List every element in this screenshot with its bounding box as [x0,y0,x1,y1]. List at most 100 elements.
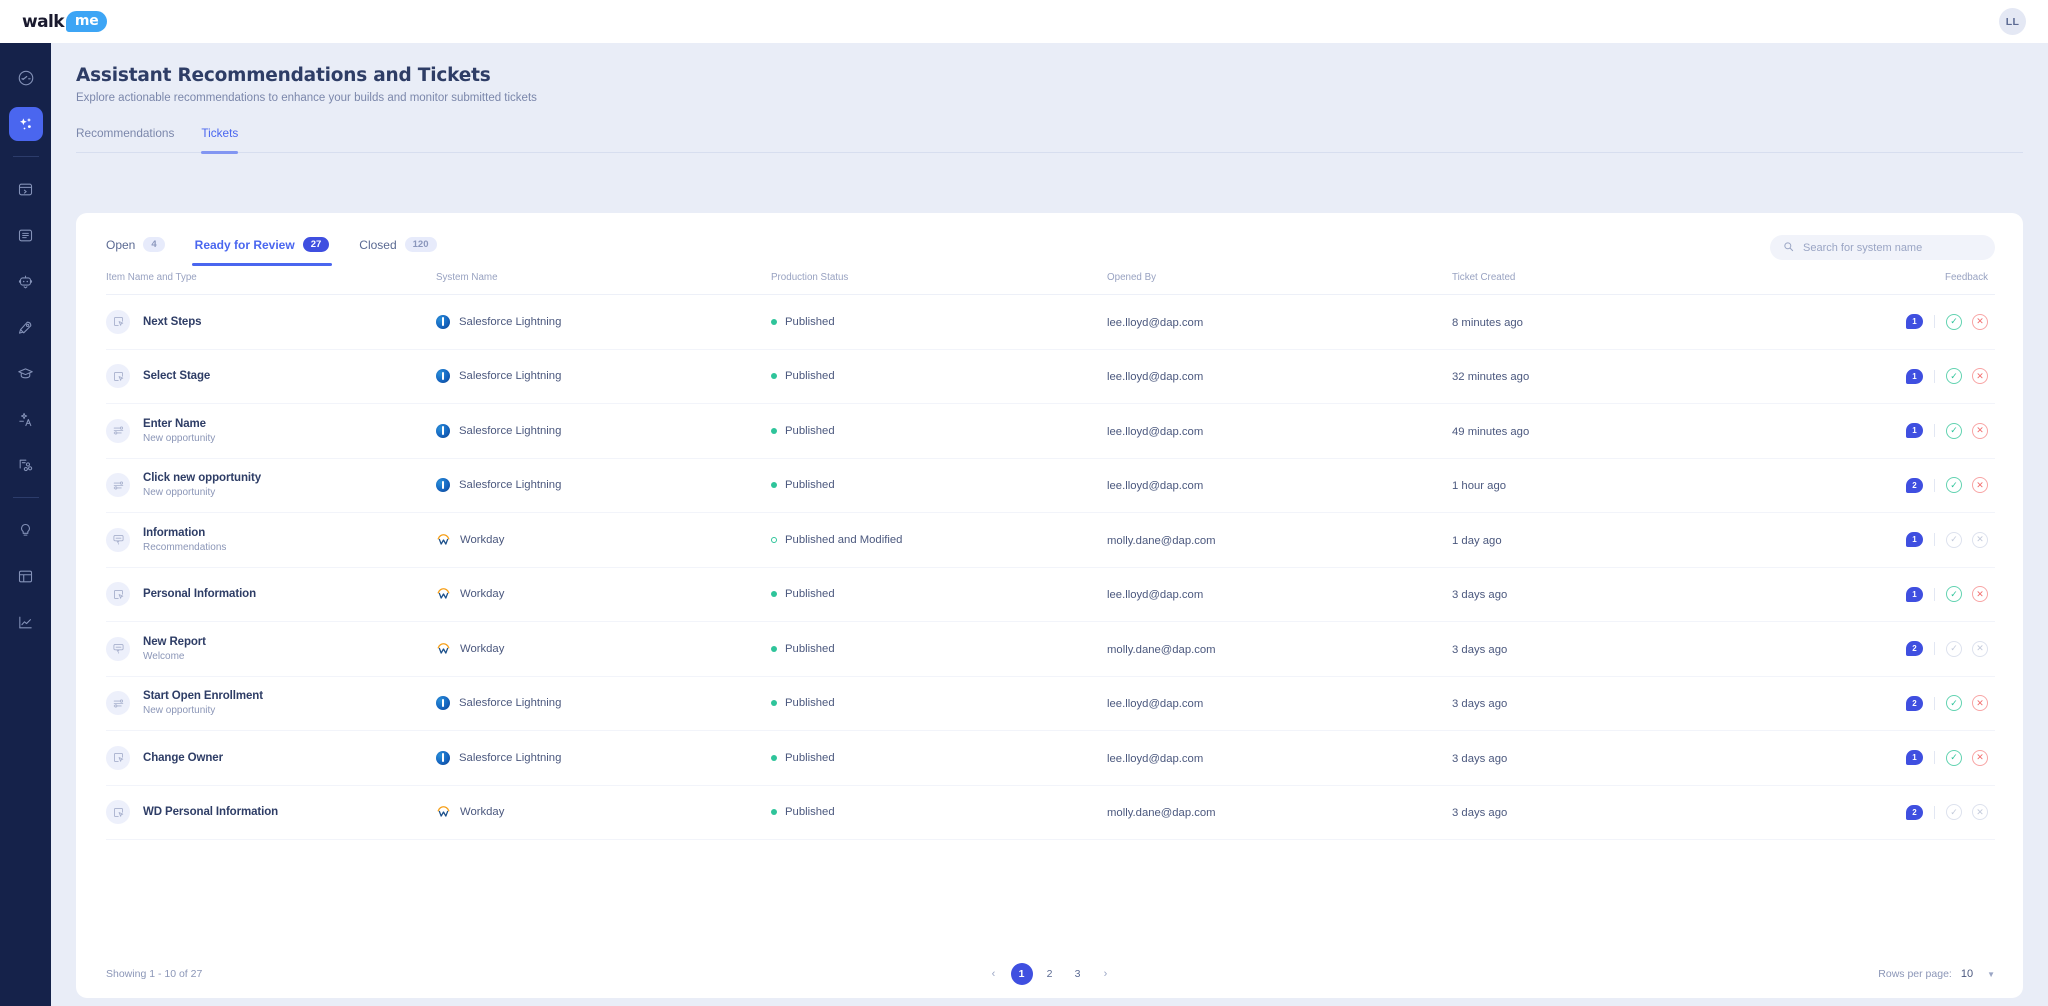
walkme-logo[interactable]: walk me [22,11,108,32]
status-label: Published [785,642,835,655]
table-row[interactable]: New Report Welcome Workday Published molly.d… [106,622,1995,677]
item-name: New Report [143,635,206,648]
status-label: Published and Modified [785,533,903,546]
workday-icon [436,642,451,656]
sidebar-item-assistant[interactable] [8,107,43,141]
sidebar-item-content[interactable] [9,218,43,252]
sidebar-item-reports[interactable] [9,559,43,593]
user-avatar[interactable]: LL [1999,8,2026,35]
sidebar-item-launch[interactable] [9,310,43,344]
status-label: Published [785,424,835,437]
cursor-box-icon [106,800,130,825]
comment-bubble-icon[interactable]: 2 [1906,641,1923,657]
sidebar-divider-top [12,156,39,157]
system-name: Workday [460,588,505,601]
page-subtitle: Explore actionable recommendations to en… [76,92,537,104]
system-name: Salesforce Lightning [459,424,562,437]
system-name: Salesforce Lightning [459,315,562,328]
table-row[interactable]: Enter Name New opportunity Salesforce Ligh… [106,404,1995,459]
item-name: Change Owner [143,751,223,764]
column-feedback: Feedback [1857,268,1995,295]
cell-created: 3 days ago [1452,567,1857,622]
rows-per-page-select[interactable]: 10 ▼ [1961,968,1995,980]
sidebar-item-builds[interactable] [9,172,43,206]
sidebar-item-integrations[interactable] [9,448,43,482]
approve-button[interactable]: ✓ [1946,422,1962,439]
smart-walkthru-icon [106,418,130,443]
chevron-right-icon[interactable]: › [1095,963,1117,985]
main-tabs: Recommendations Tickets [76,126,2023,154]
page-button-1[interactable]: 1 [1010,963,1033,985]
system-name: Salesforce Lightning [459,479,562,492]
approve-button[interactable]: ✓ [1946,313,1962,330]
table-row[interactable]: Start Open Enrollment New opportunity Sale… [106,676,1995,731]
approve-button[interactable]: ✓ [1946,695,1962,712]
tooltip-icon [106,527,130,552]
item-name: Click new opportunity [143,472,262,485]
subtab-ready-for-review[interactable]: Ready for Review 27 [191,237,332,266]
cell-system: Salesforce Lightning [436,404,771,459]
status-tabs: Open 4 Ready for Review 27 Closed 120 [106,237,437,266]
reject-button[interactable]: ✕ [1972,586,1988,603]
reject-button[interactable]: ✕ [1972,368,1988,385]
page-button-2[interactable]: 2 [1039,963,1061,985]
table-row[interactable]: WD Personal Information Workday Published m… [106,785,1995,840]
status-dot [771,373,777,380]
table-row[interactable]: Select Stage Salesforce Lightning Publishe… [106,349,1995,404]
reject-button: ✕ [1972,531,1988,548]
sidebar-item-bot[interactable] [9,264,43,298]
chevron-left-icon[interactable]: ‹ [983,963,1005,985]
salesforce-icon [436,314,450,329]
table-row[interactable]: Next Steps Salesforce Lightning Published l… [106,295,1995,349]
item-name: Personal Information [143,588,257,601]
reject-button[interactable]: ✕ [1972,477,1988,494]
item-type: New opportunity [143,487,216,499]
table-row[interactable]: Click new opportunity New opportunity Sale… [106,458,1995,513]
reject-button[interactable]: ✕ [1972,313,1988,330]
page-title: Assistant Recommendations and Tickets [76,65,491,86]
comment-bubble-icon[interactable]: 1 [1906,368,1923,384]
table-row[interactable]: Change Owner Salesforce Lightning Publishe… [106,731,1995,786]
comment-bubble-icon[interactable]: 2 [1906,804,1923,820]
comment-bubble-icon[interactable]: 1 [1906,314,1923,330]
status-label: Published [785,315,835,328]
tab-recommendations[interactable]: Recommendations [76,126,174,152]
subtab-closed[interactable]: Closed 120 [359,237,437,266]
cell-created: 1 day ago [1452,513,1857,568]
ticket-created: 32 minutes ago [1452,371,1530,384]
sidebar-item-learning[interactable] [9,356,43,390]
comment-bubble-icon[interactable]: 1 [1906,750,1923,766]
top-bar: walk me LL [0,0,2048,43]
sidebar-item-insights[interactable] [9,513,43,547]
comment-bubble-icon[interactable]: 1 [1906,586,1923,602]
approve-button[interactable]: ✓ [1946,477,1962,494]
approve-button[interactable]: ✓ [1946,749,1962,766]
tab-tickets[interactable]: Tickets [201,126,238,154]
reject-button[interactable]: ✕ [1972,749,1988,766]
cell-created: 3 days ago [1452,622,1857,677]
approve-button[interactable]: ✓ [1946,586,1962,603]
sidebar-item-dashboard[interactable] [9,61,43,95]
search-input[interactable]: Search for system name [1770,235,1995,260]
cursor-box-icon [106,582,130,607]
cell-opened-by: molly.dane@dap.com [1107,513,1452,568]
subtab-open[interactable]: Open 4 [106,237,165,266]
approve-button[interactable]: ✓ [1946,368,1962,385]
cell-status: Published [771,785,1107,840]
table-row[interactable]: Personal Information Workday Published lee.… [106,567,1995,622]
table-row[interactable]: Information Recommendations Workday Publish… [106,513,1995,568]
opened-by: molly.dane@dap.com [1107,643,1216,656]
system-name: Salesforce Lightning [459,697,562,710]
opened-by: lee.lloyd@dap.com [1107,371,1204,384]
comment-bubble-icon[interactable]: 2 [1906,477,1923,493]
reject-button[interactable]: ✕ [1972,695,1988,712]
page-button-3[interactable]: 3 [1067,963,1089,985]
cell-feedback: 1 ✓ ✕ [1857,731,1995,786]
comment-bubble-icon[interactable]: 2 [1906,695,1923,711]
sidebar-item-analytics[interactable] [9,605,43,639]
comment-bubble-icon[interactable]: 1 [1906,423,1923,439]
reject-button[interactable]: ✕ [1972,422,1988,439]
comment-bubble-icon[interactable]: 1 [1906,532,1923,548]
system-name: Workday [460,806,505,819]
sidebar-item-translation[interactable] [9,402,43,436]
